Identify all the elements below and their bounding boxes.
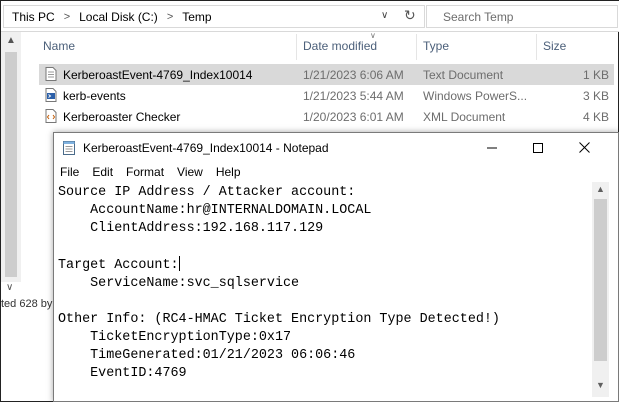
notepad-vertical-scrollbar[interactable]: ▲ ▼ [592, 182, 609, 397]
text-line: ServiceName:svc_sqlservice [58, 276, 300, 291]
breadcrumb-local-disk[interactable]: Local Disk (C:) [79, 10, 158, 24]
notepad-app-icon[interactable] [62, 140, 76, 155]
file-row-kerb-events[interactable]: kerb-events 1/21/2023 5:44 AM Windows Po… [39, 85, 614, 106]
file-type: Text Document [423, 68, 504, 82]
xml-file-icon [45, 109, 57, 123]
scroll-down-icon[interactable]: ∨ [6, 282, 13, 293]
breadcrumb-separator-icon[interactable]: > [167, 11, 173, 23]
address-dropdown-icon[interactable]: ∨ [381, 10, 388, 21]
close-button[interactable] [561, 133, 607, 162]
text-line: Other Info: (RC4-HMAC Ticket Encryption … [58, 312, 500, 327]
breadcrumb-separator-icon[interactable]: > [64, 11, 70, 23]
column-divider[interactable] [536, 34, 537, 60]
text-line: ​ [58, 293, 588, 311]
status-bar-text: ted 628 by [1, 298, 53, 310]
minimize-button[interactable] [469, 133, 515, 162]
column-name[interactable]: Name [43, 39, 75, 53]
notepad-title: KerberoastEvent-4769_Index10014 - Notepa… [83, 141, 329, 155]
menu-edit[interactable]: Edit [92, 165, 113, 179]
scroll-up-icon[interactable]: ▲ [596, 184, 605, 194]
text-file-icon [45, 67, 57, 81]
menu-file[interactable]: File [60, 165, 79, 179]
text-caret [178, 256, 180, 271]
maximize-icon [533, 142, 543, 153]
breadcrumb[interactable]: This PC > Local Disk (C:) > Temp [3, 5, 425, 28]
column-size[interactable]: Size [543, 39, 566, 53]
address-bar: This PC > Local Disk (C:) > Temp ∨ ↻ Sea… [1, 1, 619, 32]
search-input[interactable]: Search Temp [426, 5, 618, 28]
text-line: AccountName:hr@INTERNALDOMAIN.LOCAL [58, 203, 372, 218]
maximize-button[interactable] [515, 133, 561, 162]
close-icon [578, 142, 590, 153]
minimize-icon [487, 147, 497, 148]
notepad-text-area[interactable]: Source IP Address / Attacker account: Ac… [54, 182, 592, 402]
file-row-kerberoast-event[interactable]: KerberoastEvent-4769_Index10014 1/21/202… [39, 64, 614, 85]
notepad-title-bar[interactable]: KerberoastEvent-4769_Index10014 - Notepa… [54, 133, 618, 162]
notepad-window[interactable]: KerberoastEvent-4769_Index10014 - Notepa… [53, 132, 619, 402]
file-name: kerb-events [63, 89, 126, 103]
text-line: EventID:4769 [58, 366, 187, 381]
file-size: 4 KB [582, 110, 609, 124]
column-divider[interactable] [296, 34, 297, 60]
menu-help[interactable]: Help [216, 165, 241, 179]
scrollbar-thumb[interactable] [5, 52, 17, 277]
column-header: Name ∨ Date modified Type Size [39, 31, 617, 60]
menu-view[interactable]: View [177, 165, 203, 179]
powershell-file-icon [45, 88, 57, 102]
text-line: TimeGenerated:01/21/2023 06:06:46 [58, 348, 356, 363]
file-name: Kerberoaster Checker [63, 110, 181, 124]
file-date: 1/20/2023 6:01 AM [303, 110, 404, 124]
refresh-icon[interactable]: ↻ [404, 7, 416, 24]
search-placeholder: Search Temp [443, 9, 514, 24]
text-line-with-caret: Target Account: [58, 256, 588, 275]
file-row-kerberoaster-checker[interactable]: Kerberoaster Checker 1/20/2023 6:01 AM X… [39, 106, 614, 127]
scrollbar-thumb[interactable] [594, 199, 607, 361]
text-line: Source IP Address / Attacker account: [58, 185, 356, 200]
column-divider[interactable] [416, 34, 417, 60]
text-line: TicketEncryptionType:0x17 [58, 330, 292, 345]
scroll-up-icon[interactable]: ▲ [6, 35, 16, 46]
file-name: KerberoastEvent-4769_Index10014 [63, 68, 253, 82]
text-line: Target Account: [58, 258, 179, 273]
notepad-menu-bar: File Edit Format View Help [54, 162, 618, 182]
file-type: XML Document [423, 110, 506, 124]
file-type: Windows PowerS... [423, 89, 528, 103]
column-type[interactable]: Type [423, 39, 449, 53]
breadcrumb-this-pc[interactable]: This PC [12, 10, 55, 24]
file-size: 3 KB [582, 89, 609, 103]
breadcrumb-temp[interactable]: Temp [182, 10, 211, 24]
menu-format[interactable]: Format [126, 165, 164, 179]
text-line: ClientAddress:192.168.117.129 [58, 221, 324, 236]
column-date-modified[interactable]: Date modified [303, 39, 377, 53]
text-line: ​ [58, 238, 588, 256]
file-date: 1/21/2023 5:44 AM [303, 89, 404, 103]
file-size: 1 KB [582, 68, 609, 82]
scroll-down-icon[interactable]: ▼ [596, 380, 605, 390]
nav-pane-scrollbar[interactable]: ▲ ∨ [1, 32, 21, 293]
file-date: 1/21/2023 6:06 AM [303, 68, 404, 82]
